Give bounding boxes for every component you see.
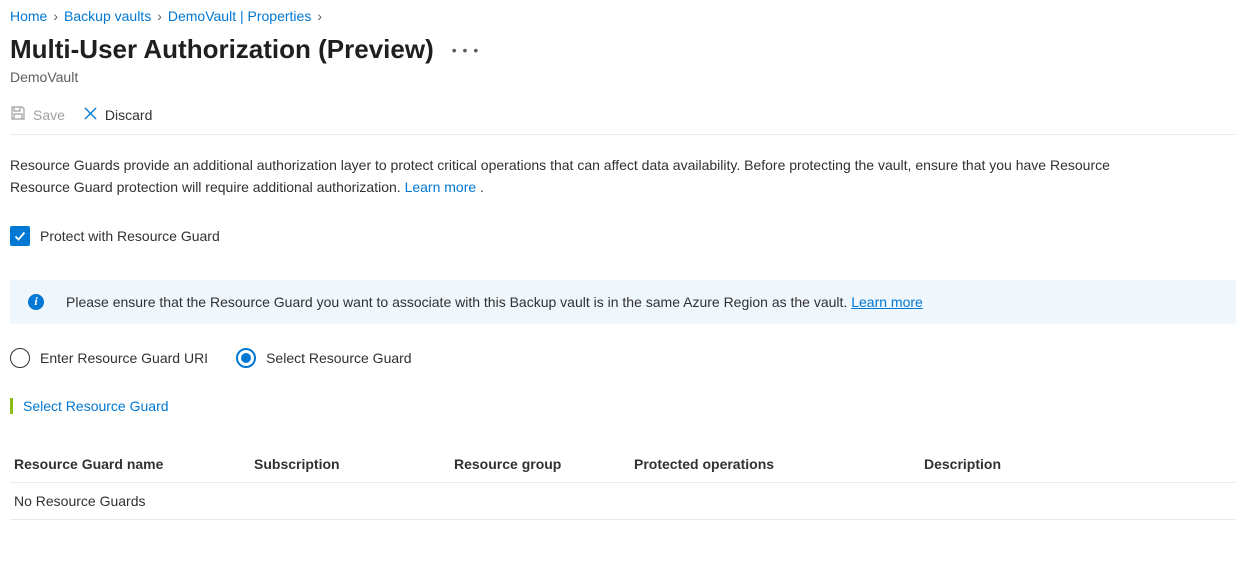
radio-enter-uri[interactable]: Enter Resource Guard URI — [10, 348, 208, 368]
table-empty-row: No Resource Guards — [10, 482, 1236, 519]
radio-select-guard-label: Select Resource Guard — [266, 350, 412, 366]
toolbar: Save Discard — [10, 99, 1236, 135]
resource-guard-table: Resource Guard name Subscription Resourc… — [10, 446, 1236, 520]
chevron-right-icon: › — [317, 8, 322, 24]
discard-label: Discard — [105, 107, 152, 123]
breadcrumb-home[interactable]: Home — [10, 8, 47, 24]
page-subtitle: DemoVault — [10, 69, 1236, 85]
info-banner: i Please ensure that the Resource Guard … — [10, 280, 1236, 324]
learn-more-link[interactable]: Learn more — [405, 179, 477, 195]
protect-checkbox-row: Protect with Resource Guard — [10, 226, 1236, 246]
info-text-wrap: Please ensure that the Resource Guard yo… — [66, 294, 923, 310]
save-button: Save — [10, 105, 65, 124]
table-header-row: Resource Guard name Subscription Resourc… — [10, 446, 1236, 483]
col-protected-operations: Protected operations — [630, 446, 920, 483]
col-resource-group: Resource group — [450, 446, 630, 483]
info-icon: i — [28, 294, 44, 310]
save-icon — [10, 105, 26, 124]
protect-checkbox-label: Protect with Resource Guard — [40, 228, 220, 244]
checkmark-icon — [13, 229, 27, 243]
chevron-right-icon: › — [157, 8, 162, 24]
discard-button[interactable]: Discard — [83, 106, 152, 124]
table-empty-cell: No Resource Guards — [10, 482, 1236, 519]
save-label: Save — [33, 107, 65, 123]
radio-enter-uri-label: Enter Resource Guard URI — [40, 350, 208, 366]
protect-checkbox[interactable] — [10, 226, 30, 246]
info-text: Please ensure that the Resource Guard yo… — [66, 294, 851, 310]
col-description: Description — [920, 446, 1236, 483]
col-name: Resource Guard name — [10, 446, 250, 483]
info-learn-more-link[interactable]: Learn more — [851, 294, 923, 310]
close-icon — [83, 106, 98, 124]
resource-guard-mode-radio: Enter Resource Guard URI Select Resource… — [10, 348, 1236, 368]
chevron-right-icon: › — [53, 8, 58, 24]
breadcrumb-vault-properties[interactable]: DemoVault | Properties — [168, 8, 311, 24]
description-line1: Resource Guards provide an additional au… — [10, 155, 1236, 175]
select-resource-guard-link[interactable]: Select Resource Guard — [23, 398, 169, 414]
description-line2-text: Resource Guard protection will require a… — [10, 179, 405, 195]
col-subscription: Subscription — [250, 446, 450, 483]
breadcrumb: Home › Backup vaults › DemoVault | Prope… — [10, 8, 1236, 24]
radio-select-guard[interactable]: Select Resource Guard — [236, 348, 412, 368]
select-resource-guard-action: Select Resource Guard — [10, 398, 1236, 414]
breadcrumb-backup-vaults[interactable]: Backup vaults — [64, 8, 151, 24]
page-title: Multi-User Authorization (Preview) — [10, 34, 434, 65]
radio-icon — [10, 348, 30, 368]
page-header: Multi-User Authorization (Preview) • • • — [10, 34, 1236, 65]
more-actions-icon[interactable]: • • • — [452, 42, 479, 58]
description-line2-suffix: . — [476, 179, 484, 195]
description-line2: Resource Guard protection will require a… — [10, 177, 1236, 197]
radio-selected-icon — [236, 348, 256, 368]
